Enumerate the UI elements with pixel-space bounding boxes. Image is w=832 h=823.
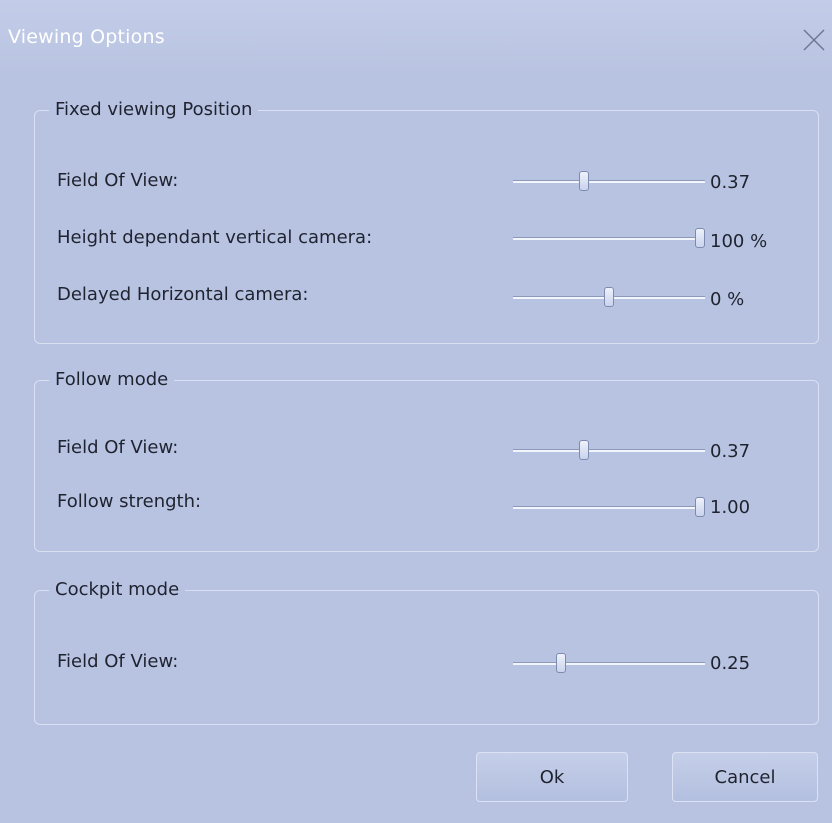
slider-track: [513, 449, 705, 452]
slider-thumb[interactable]: [604, 287, 614, 307]
row-value: 0 %: [710, 289, 745, 310]
row-label: Field Of View:: [57, 437, 179, 458]
title-bar[interactable]: Viewing Options: [0, 0, 832, 72]
cancel-button[interactable]: Cancel: [672, 752, 818, 802]
row-label: Field Of View:: [57, 651, 179, 672]
fixed-field-of-view-slider[interactable]: [513, 171, 705, 191]
row-value: 0.37: [710, 441, 751, 462]
slider-track: [513, 506, 705, 509]
row-value: 100 %: [710, 231, 768, 252]
row-label: Height dependant vertical camera:: [57, 227, 373, 248]
follow-strength-slider[interactable]: [513, 497, 705, 517]
group-title: Cockpit mode: [49, 578, 186, 602]
viewing-options-dialog: Viewing Options Fixed viewing Position F…: [0, 0, 832, 823]
close-icon: [803, 29, 825, 51]
close-button[interactable]: [800, 26, 828, 54]
slider-thumb[interactable]: [695, 228, 705, 248]
height-dependant-vertical-camera-slider[interactable]: [513, 228, 705, 248]
row-value: 0.37: [710, 172, 751, 193]
group-cockpit-mode: Cockpit mode Field Of View: 0.25: [34, 578, 819, 725]
slider-thumb[interactable]: [579, 440, 590, 460]
slider-track: [513, 662, 705, 665]
slider-thumb[interactable]: [556, 653, 566, 673]
row-label: Follow strength:: [57, 491, 202, 512]
slider-thumb[interactable]: [695, 497, 705, 517]
slider-track: [513, 180, 705, 183]
ok-button[interactable]: Ok: [476, 752, 628, 802]
row-value: 1.00: [710, 497, 751, 518]
group-title: Fixed viewing Position: [49, 98, 259, 122]
row-label: Field Of View:: [57, 170, 179, 191]
group-title: Follow mode: [49, 368, 175, 392]
row-label: Delayed Horizontal camera:: [57, 284, 309, 305]
group-follow-mode: Follow mode Field Of View: 0.37 Follow s…: [34, 368, 819, 552]
slider-thumb[interactable]: [579, 171, 590, 191]
cockpit-field-of-view-slider[interactable]: [513, 653, 705, 673]
slider-track: [513, 237, 705, 240]
follow-field-of-view-slider[interactable]: [513, 440, 705, 460]
group-fixed-viewing-position: Fixed viewing Position Field Of View: 0.…: [34, 98, 819, 344]
dialog-title: Viewing Options: [8, 26, 165, 48]
delayed-horizontal-camera-slider[interactable]: [513, 287, 705, 307]
row-value: 0.25: [710, 653, 751, 674]
